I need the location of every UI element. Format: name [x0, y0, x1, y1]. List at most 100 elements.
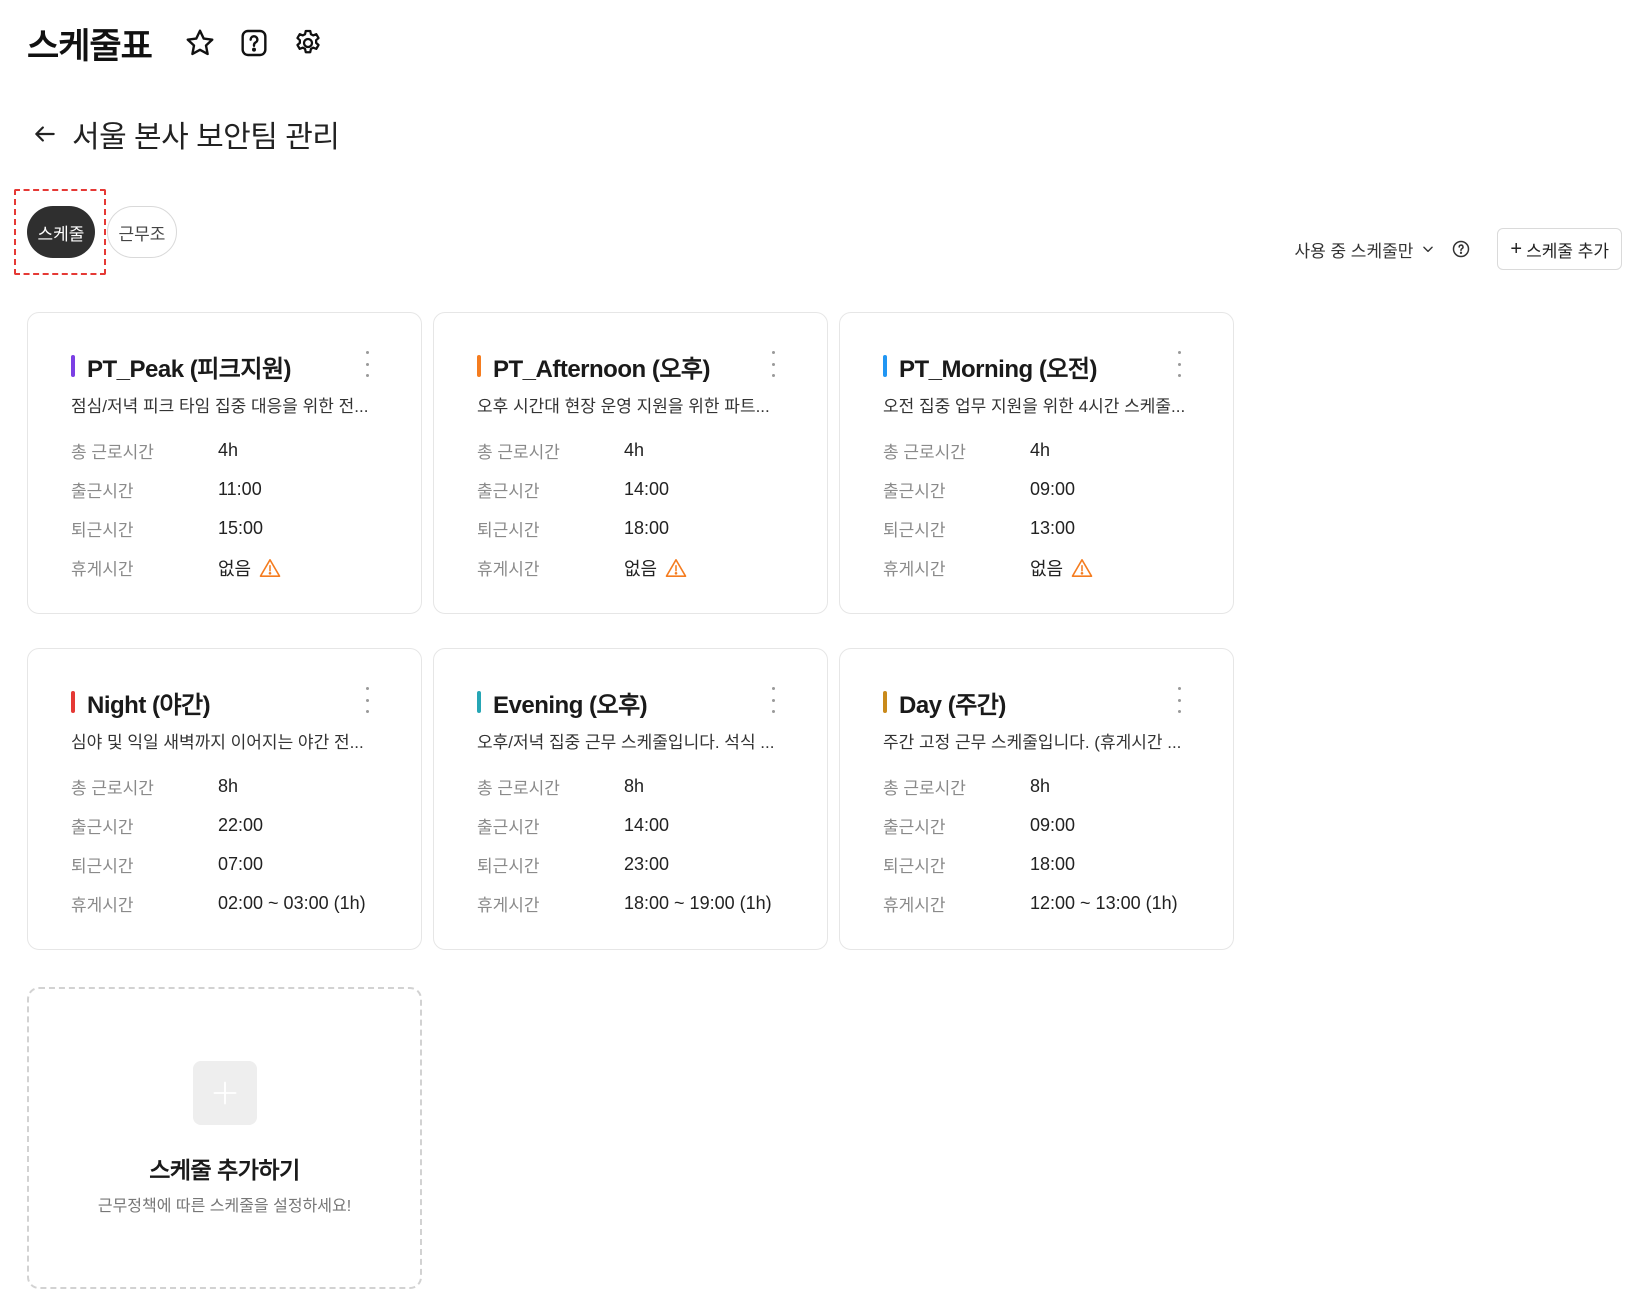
row-label: 휴게시간	[883, 560, 946, 579]
row-value-text: 23:00	[624, 854, 670, 874]
row-label: 총 근로시간	[71, 779, 154, 798]
card-row-start: 출근시간 22:00	[71, 806, 366, 845]
card-row-start: 출근시간 14:00	[477, 806, 772, 845]
more-options-icon[interactable]	[361, 687, 373, 713]
row-label: 출근시간	[71, 818, 134, 837]
card-row-break: 휴게시간 없음	[71, 548, 281, 587]
card-row-start: 출근시간 09:00	[883, 806, 1178, 845]
schedule-card[interactable]: PT_Afternoon (오후) 오후 시간대 현장 운영 지원을 위한 파트…	[433, 312, 828, 614]
row-label: 퇴근시간	[477, 857, 540, 876]
row-value-text: 8h	[624, 776, 645, 796]
row-label: 총 근로시간	[883, 443, 966, 462]
row-label: 출근시간	[477, 818, 540, 837]
row-label: 퇴근시간	[71, 857, 134, 876]
card-row-break: 휴게시간 02:00 ~ 03:00 (1h)	[71, 884, 366, 923]
row-value: 18:00	[624, 518, 669, 539]
help-icon[interactable]	[236, 25, 272, 61]
schedule-card[interactable]: Day (주간) 주간 고정 근무 스케줄입니다. (휴게시간 ... 총 근로…	[839, 648, 1234, 950]
more-options-icon[interactable]	[767, 351, 779, 377]
row-value-text: 8h	[218, 776, 239, 796]
card-row-total: 총 근로시간 8h	[477, 767, 772, 806]
card-row-end: 퇴근시간 07:00	[71, 845, 366, 884]
row-value: 13:00	[1030, 518, 1075, 539]
schedule-card[interactable]: Night (야간) 심야 및 익일 새벽까지 이어지는 야간 전... 총 근…	[27, 648, 422, 950]
row-value: 11:00	[218, 479, 262, 500]
row-value-text: 15:00	[218, 518, 264, 538]
card-row-total: 총 근로시간 4h	[477, 431, 687, 470]
row-label: 출근시간	[477, 482, 540, 501]
color-indicator	[883, 691, 887, 713]
row-value: 8h	[624, 776, 644, 797]
gear-icon[interactable]	[290, 25, 326, 61]
card-row-start: 출근시간 09:00	[883, 470, 1093, 509]
row-value: 15:00	[218, 518, 263, 539]
row-value: 18:00 ~ 19:00 (1h)	[624, 893, 772, 914]
card-row-end: 퇴근시간 13:00	[883, 509, 1093, 548]
row-label: 출근시간	[883, 818, 946, 837]
card-row-total: 총 근로시간 8h	[71, 767, 366, 806]
row-value: 없음	[218, 555, 281, 581]
row-label: 휴게시간	[477, 560, 540, 579]
row-value-text: 11:00	[218, 479, 262, 499]
card-details: 총 근로시간 8h 출근시간 09:00 퇴근시간 18:00 휴게시간 12:…	[883, 767, 1178, 923]
add-card-title: 스케줄 추가하기	[149, 1157, 300, 1183]
add-schedule-button[interactable]: + 스케줄 추가	[1497, 228, 1622, 270]
row-value: 07:00	[218, 854, 263, 875]
row-label: 퇴근시간	[883, 857, 946, 876]
row-value: 8h	[1030, 776, 1050, 797]
row-value: 4h	[624, 440, 644, 461]
row-value: 14:00	[624, 479, 669, 500]
card-row-total: 총 근로시간 4h	[883, 431, 1093, 470]
back-arrow-icon[interactable]	[30, 119, 60, 149]
more-options-icon[interactable]	[361, 351, 373, 377]
row-value-text: 22:00	[218, 815, 264, 835]
color-indicator	[477, 691, 481, 713]
card-title: PT_Peak (피크지원)	[87, 356, 292, 383]
row-value: 12:00 ~ 13:00 (1h)	[1030, 893, 1178, 914]
add-card-desc: 근무정책에 따른 스케줄을 설정하세요!	[97, 1198, 352, 1215]
plus-icon: +	[1510, 238, 1523, 260]
row-value-text: 4h	[218, 440, 239, 460]
more-options-icon[interactable]	[1173, 687, 1185, 713]
filter-label: 사용 중 스케줄만	[1294, 241, 1414, 261]
row-value-text: 없음	[624, 558, 658, 579]
card-details: 총 근로시간 4h 출근시간 09:00 퇴근시간 13:00 휴게시간 없음	[883, 431, 1093, 587]
row-value-text: 없음	[1030, 558, 1064, 579]
more-options-icon[interactable]	[767, 687, 779, 713]
row-value-text: 4h	[1030, 440, 1051, 460]
card-row-start: 출근시간 14:00	[477, 470, 687, 509]
card-description: 점심/저녁 피크 타임 집중 대응을 위한 전...	[71, 397, 369, 416]
card-row-total: 총 근로시간 8h	[883, 767, 1178, 806]
card-details: 총 근로시간 8h 출근시간 14:00 퇴근시간 23:00 휴게시간 18:…	[477, 767, 772, 923]
active-filter-dropdown[interactable]: 사용 중 스케줄만	[1294, 237, 1435, 262]
card-details: 총 근로시간 4h 출근시간 14:00 퇴근시간 18:00 휴게시간 없음	[477, 431, 687, 587]
card-title: PT_Morning (오전)	[899, 356, 1097, 383]
row-value: 22:00	[218, 815, 263, 836]
row-value-text: 18:00	[624, 518, 670, 538]
page-header: 스케줄표	[27, 18, 344, 68]
row-value-text: 없음	[218, 558, 252, 579]
card-description: 오전 집중 업무 지원을 위한 4시간 스케줄...	[883, 397, 1186, 416]
card-row-end: 퇴근시간 18:00	[477, 509, 687, 548]
card-row-end: 퇴근시간 18:00	[883, 845, 1178, 884]
row-value-text: 18:00 ~ 19:00 (1h)	[624, 893, 772, 913]
row-value-text: 4h	[624, 440, 645, 460]
add-schedule-card[interactable]: 스케줄 추가하기 근무정책에 따른 스케줄을 설정하세요!	[27, 987, 422, 1289]
tab-schedule[interactable]: 스케줄	[27, 206, 95, 258]
more-options-icon[interactable]	[1173, 351, 1185, 377]
row-value-text: 18:00	[1030, 854, 1076, 874]
schedule-card[interactable]: Evening (오후) 오후/저녁 집중 근무 스케줄입니다. 석식 ... …	[433, 648, 828, 950]
chevron-down-icon	[1423, 246, 1434, 253]
card-row-break: 휴게시간 없음	[883, 548, 1093, 587]
color-indicator	[71, 355, 75, 377]
card-details: 총 근로시간 4h 출근시간 11:00 퇴근시간 15:00 휴게시간 없음	[71, 431, 281, 587]
schedule-card[interactable]: PT_Peak (피크지원) 점심/저녁 피크 타임 집중 대응을 위한 전..…	[27, 312, 422, 614]
row-label: 퇴근시간	[477, 521, 540, 540]
toolbar: 사용 중 스케줄만 + 스케줄 추가	[1294, 228, 1622, 270]
star-icon[interactable]	[182, 25, 218, 61]
color-indicator	[883, 355, 887, 377]
tab-shift[interactable]: 근무조	[107, 206, 177, 258]
row-value: 없음	[1030, 555, 1093, 581]
help-circle-icon[interactable]	[1451, 239, 1471, 259]
schedule-card[interactable]: PT_Morning (오전) 오전 집중 업무 지원을 위한 4시간 스케줄.…	[839, 312, 1234, 614]
